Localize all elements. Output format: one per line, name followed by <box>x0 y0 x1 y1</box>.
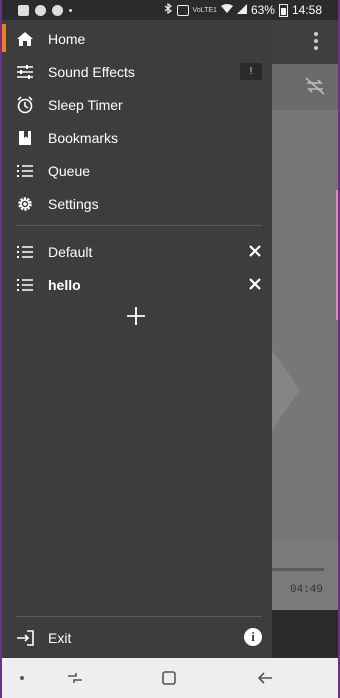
navigation-drawer: Home Sound Effects ! Sleep Timer Bookmar… <box>2 20 272 658</box>
messenger-notification-icon <box>52 4 63 16</box>
phone-screen: VoLTE1 63% 14:58 t 04:49 Home <box>2 0 338 698</box>
section-divider <box>16 225 262 226</box>
menu-item-label: Bookmarks <box>48 129 119 146</box>
exit-icon <box>16 629 34 647</box>
queue-list-icon <box>16 162 34 180</box>
playlist-item-default[interactable]: Default <box>2 235 272 268</box>
menu-item-bookmarks[interactable]: Bookmarks <box>2 121 272 154</box>
status-bar: VoLTE1 63% 14:58 <box>2 0 338 20</box>
recents-button[interactable] <box>66 669 84 687</box>
gear-icon <box>16 195 34 213</box>
repeat-icon[interactable] <box>304 76 326 102</box>
playlist-icon <box>16 276 34 294</box>
home-button[interactable] <box>160 669 178 687</box>
navbar-indicator-dot <box>20 676 24 680</box>
exit-label: Exit <box>48 629 72 646</box>
exit-button[interactable]: Exit i <box>2 621 272 654</box>
system-navigation-bar <box>2 658 338 698</box>
scroll-indicator <box>336 190 338 320</box>
menu-item-label: Home <box>48 30 86 47</box>
wifi-icon <box>220 3 233 17</box>
gallery-notification-icon <box>18 4 29 16</box>
more-notifications-icon <box>69 8 72 12</box>
album-art <box>272 110 338 540</box>
menu-item-sleep-timer[interactable]: Sleep Timer <box>2 88 272 121</box>
footer-divider <box>16 616 262 617</box>
playback-progress[interactable] <box>272 568 324 571</box>
playlist-icon <box>16 243 34 261</box>
clock: 14:58 <box>291 3 322 17</box>
notice-badge: ! <box>240 63 262 80</box>
alarm-clock-icon <box>16 95 34 114</box>
vibrate-icon <box>176 4 189 16</box>
battery-icon <box>278 3 288 17</box>
bluetooth-icon <box>164 2 173 17</box>
equalizer-icon <box>16 63 34 81</box>
album-art-shape <box>272 350 300 430</box>
playlist-label: Default <box>48 243 93 260</box>
signal-icon <box>236 3 247 17</box>
overflow-menu-icon[interactable] <box>314 32 318 53</box>
network-label: VoLTE1 <box>192 6 217 14</box>
playlist-label: hello <box>48 276 81 293</box>
menu-item-queue[interactable]: Queue <box>2 154 272 187</box>
menu-item-label: Sleep Timer <box>48 96 123 113</box>
menu-item-label: Settings <box>48 195 99 212</box>
remove-playlist-icon[interactable] <box>246 275 264 293</box>
menu-item-sound-effects[interactable]: Sound Effects ! <box>2 55 272 88</box>
menu-item-settings[interactable]: Settings <box>2 187 272 220</box>
add-playlist-icon[interactable] <box>126 306 146 326</box>
home-icon <box>16 30 34 48</box>
playback-time: 04:49 <box>290 584 324 596</box>
menu-item-home[interactable]: Home <box>2 22 272 55</box>
player-controls-area <box>272 610 338 658</box>
info-icon[interactable]: i <box>244 628 262 646</box>
menu-item-label: Queue <box>48 162 91 179</box>
menu-item-label: Sound Effects <box>48 63 135 80</box>
bookmark-icon <box>16 129 34 147</box>
playlist-item-hello[interactable]: hello <box>2 268 272 301</box>
remove-playlist-icon[interactable] <box>246 242 264 260</box>
back-button[interactable] <box>256 669 274 687</box>
app-notification-icon <box>35 4 46 16</box>
battery-percent: 63% <box>250 3 275 17</box>
